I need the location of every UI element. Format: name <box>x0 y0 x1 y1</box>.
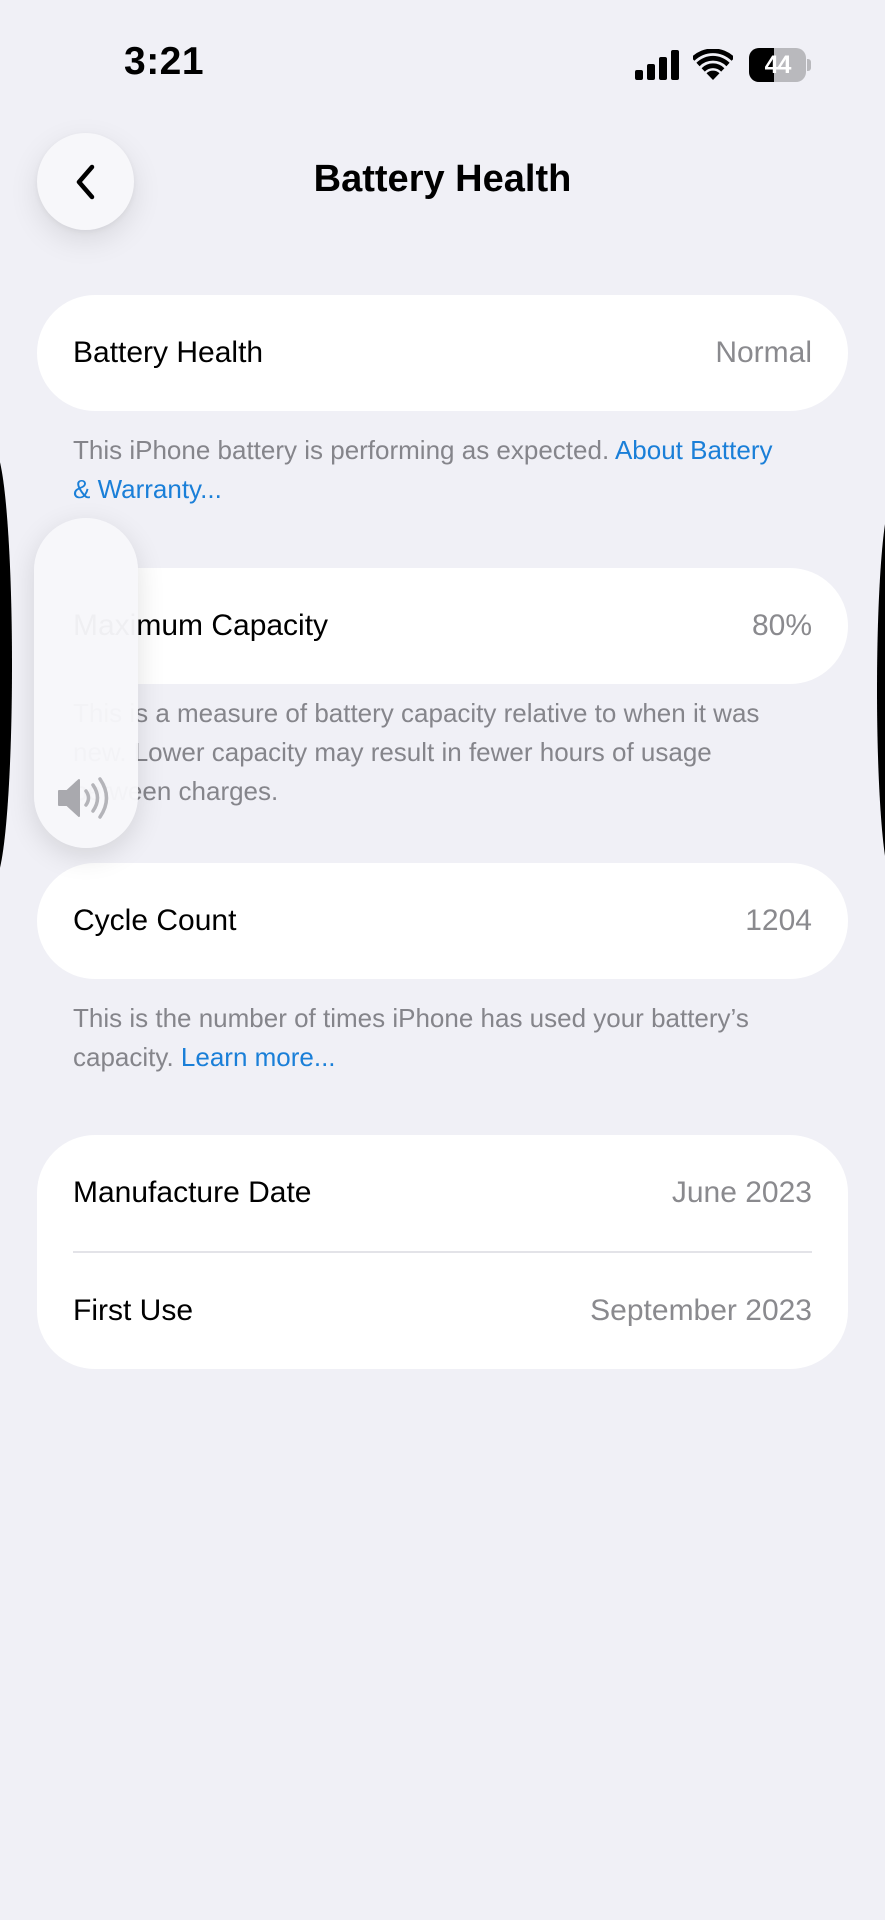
status-bar: 3:21 44 <box>0 0 885 120</box>
battery-health-footnote: This iPhone battery is performing as exp… <box>73 431 793 509</box>
manufacture-date-value: June 2023 <box>671 1176 812 1209</box>
right-edge-shadow <box>877 500 885 880</box>
manufacture-date-row: Manufacture Date June 2023 <box>37 1135 848 1251</box>
status-time: 3:21 <box>124 40 205 83</box>
volume-hud[interactable] <box>34 518 138 848</box>
cycle-count-row: Cycle Count 1204 <box>37 863 848 979</box>
speaker-volume-icon <box>58 777 109 819</box>
battery-health-screen: 3:21 44 Battery Health Battery Health No… <box>0 0 885 1920</box>
cycle-count-footnote-text: This is the number of times iPhone has u… <box>73 1003 749 1072</box>
battery-health-footnote-text: This iPhone battery is performing as exp… <box>73 435 615 465</box>
cycle-count-card: Cycle Count 1204 <box>37 863 848 979</box>
battery-dates-card: Manufacture Date June 2023 First Use Sep… <box>37 1135 848 1369</box>
maximum-capacity-value: 80% <box>751 609 812 642</box>
wifi-icon <box>693 49 733 80</box>
left-edge-shadow <box>0 450 12 880</box>
page-title: Battery Health <box>313 158 572 200</box>
battery-health-row: Battery Health Normal <box>37 295 848 411</box>
battery-health-card: Battery Health Normal <box>37 295 848 411</box>
battery-health-label: Battery Health <box>73 336 264 369</box>
maximum-capacity-card: Maximum Capacity 80% <box>37 568 848 684</box>
first-use-label: First Use <box>73 1294 193 1327</box>
cycle-count-value: 1204 <box>745 904 812 937</box>
learn-more-link[interactable]: Learn more... <box>181 1042 336 1072</box>
first-use-value: September 2023 <box>590 1294 812 1327</box>
battery-icon: 44 <box>749 48 811 82</box>
battery-percent-text: 44 <box>764 51 792 79</box>
cellular-signal-icon <box>635 50 679 80</box>
cycle-count-footnote: This is the number of times iPhone has u… <box>73 999 793 1077</box>
cycle-count-label: Cycle Count <box>73 904 237 937</box>
first-use-row: First Use September 2023 <box>37 1253 848 1369</box>
manufacture-date-label: Manufacture Date <box>73 1176 312 1209</box>
maximum-capacity-footnote: This is a measure of battery capacity re… <box>73 698 760 806</box>
battery-health-value: Normal <box>715 336 812 369</box>
maximum-capacity-row: Maximum Capacity 80% <box>37 568 848 684</box>
